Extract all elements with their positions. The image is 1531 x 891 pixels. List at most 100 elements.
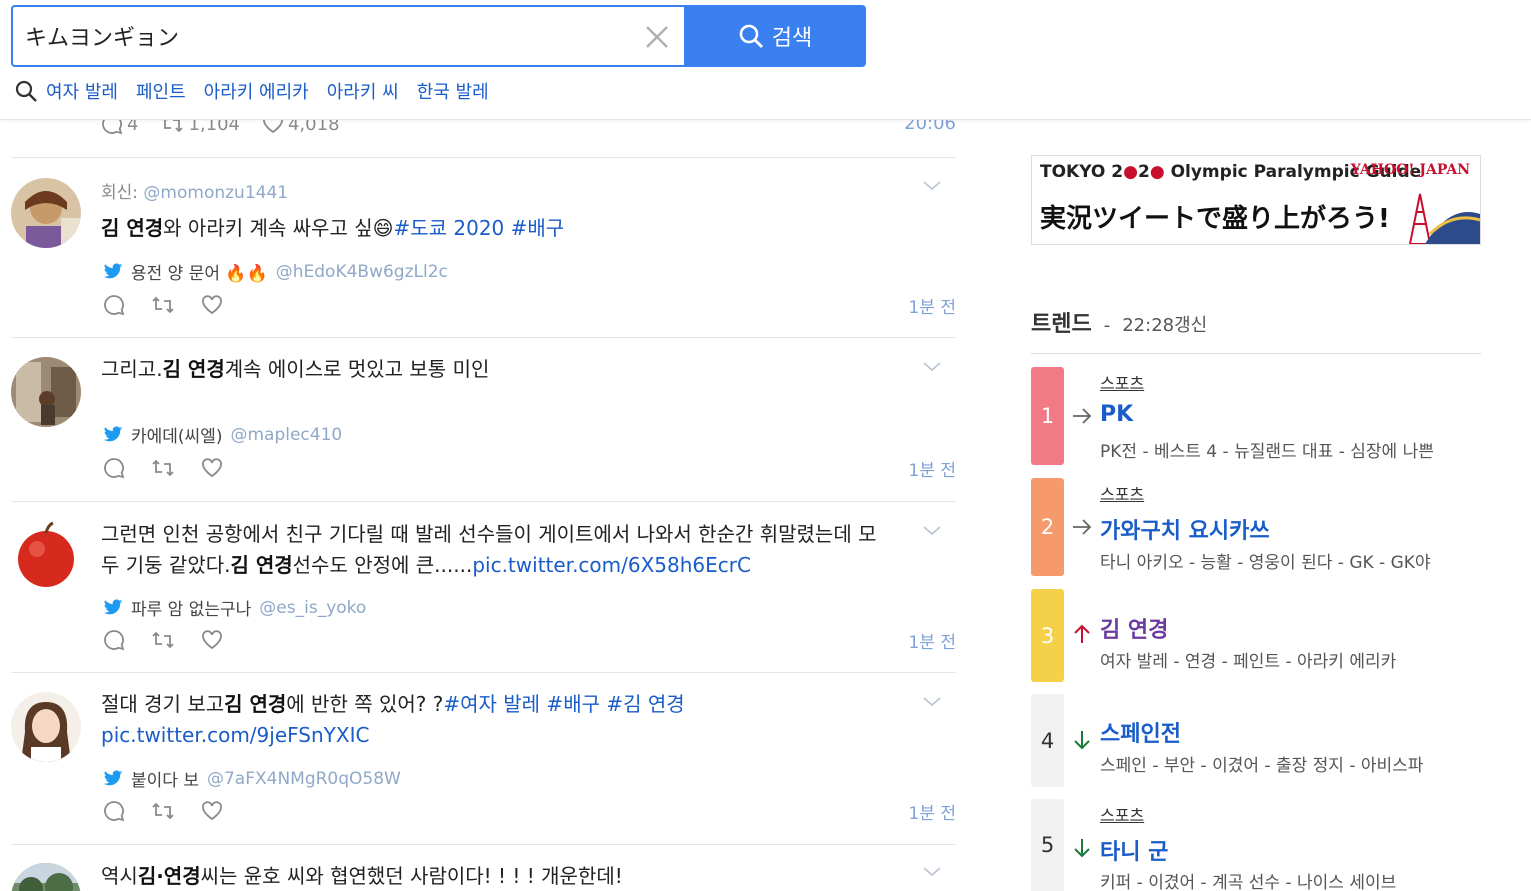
chevron-down-icon[interactable] <box>922 695 942 709</box>
related-search-link[interactable]: 여자 발레 <box>46 78 118 104</box>
tweet-card[interactable]: 회신: @momonzu1441 김 연경와 아라키 계속 싸우고 싶😄#도쿄 … <box>11 159 956 338</box>
trend-rank-badge: 2 <box>1031 478 1064 576</box>
arrow-down-icon <box>1074 839 1090 858</box>
trend-category[interactable]: 스포츠 <box>1100 802 1144 826</box>
twitter-bird-icon <box>103 426 123 442</box>
trend-item[interactable]: 1 스포츠 PK PK전 - 베스트 4 - 뉴질랜드 대표 - 심장에 나쁜 <box>1031 367 1481 467</box>
avatar[interactable] <box>11 692 81 762</box>
tweet-author[interactable]: 카에데(씨엘) @maplec410 <box>103 422 342 447</box>
trends-title: 트렌드 <box>1031 312 1092 337</box>
related-search-link[interactable]: 아라키 씨 <box>327 78 399 104</box>
tweet-time[interactable]: 1분 전 <box>909 456 957 481</box>
chevron-down-icon[interactable] <box>922 865 942 879</box>
trend-related[interactable]: PK전 - 베스트 4 - 뉴질랜드 대표 - 심장에 나쁜 <box>1100 437 1434 462</box>
trend-category[interactable]: 스포츠 <box>1100 481 1144 505</box>
avatar[interactable] <box>11 178 81 248</box>
stadium-illustration <box>1408 193 1480 244</box>
like-icon[interactable] <box>201 629 223 651</box>
hashtag-link[interactable]: #도쿄 2020 #배구 <box>393 216 564 240</box>
search-input[interactable] <box>25 19 625 53</box>
chevron-down-icon[interactable] <box>922 360 942 374</box>
trend-keyword[interactable]: 김 연경 <box>1100 612 1168 644</box>
tweet-author[interactable]: 파루 암 없는구나 @es_is_yoko <box>103 595 366 620</box>
trend-related[interactable]: 타니 아키오 - 능활 - 영웅이 된다 - GK - GK야 <box>1100 548 1431 573</box>
author-handle[interactable]: @hEdoK4Bw6gzLl2c <box>276 262 448 282</box>
tweet-author[interactable]: 용전 양 문어 🔥🔥 @hEdoK4Bw6gzLl2c <box>103 259 448 284</box>
yahoo-logo: YAHOO! JAPAN <box>1350 162 1470 178</box>
search-box <box>11 5 685 67</box>
trend-keyword[interactable]: 스페인전 <box>1100 716 1181 748</box>
retweet-icon[interactable] <box>151 294 175 316</box>
like-icon[interactable] <box>201 457 223 479</box>
tweet-card[interactable]: 역시김·연경씨는 윤호 씨와 협연했던 사람이다! ! ! ! 개운한데! <box>11 845 956 891</box>
trend-rank-badge: 4 <box>1031 694 1064 787</box>
tweet-time[interactable]: 1분 전 <box>909 628 957 653</box>
related-search-link[interactable]: 페인트 <box>136 78 186 104</box>
author-handle[interactable]: @7aFX4NMgR0qO58W <box>207 769 401 789</box>
related-searches: 여자 발레 페인트 아라키 에리카 아라키 씨 한국 발레 <box>14 76 507 106</box>
media-link[interactable]: pic.twitter.com/9jeFSnYXIC <box>101 723 369 747</box>
reply-to: 회신: @momonzu1441 <box>101 183 289 203</box>
close-icon[interactable] <box>643 23 671 51</box>
search-icon <box>15 80 37 102</box>
retweet-icon[interactable] <box>151 800 175 822</box>
author-name: 파루 암 없는구나 <box>131 600 252 620</box>
reply-icon[interactable] <box>103 457 125 479</box>
avatar[interactable] <box>11 357 81 427</box>
trend-item[interactable]: 3 김 연경 여자 발레 - 연경 - 페인트 - 아라키 에리카 <box>1031 589 1481 683</box>
trend-category[interactable]: 스포츠 <box>1100 370 1144 394</box>
tweet-author[interactable]: 붙이다 보 @7aFX4NMgR0qO58W <box>103 766 401 791</box>
tweet-text: 김 연경와 아라키 계속 싸우고 싶😄#도쿄 2020 #배구 <box>101 216 565 240</box>
retweet-icon[interactable] <box>151 457 175 479</box>
trend-keyword[interactable]: 타니 군 <box>1100 834 1168 866</box>
tweet-text: 그런면 인천 공항에서 친구 기다릴 때 발레 선수들이 게이트에서 나와서 한… <box>101 522 877 577</box>
avatar[interactable] <box>11 863 81 891</box>
trend-related[interactable]: 키퍼 - 이겼어 - 계곡 선수 - 나이스 세이브 <box>1100 868 1396 891</box>
hashtag-link[interactable]: #여자 발레 #배구 #김 연경 <box>443 692 684 716</box>
related-search-link[interactable]: 아라키 에리카 <box>204 78 309 104</box>
trend-rank-badge: 1 <box>1031 367 1064 465</box>
arrow-down-icon <box>1074 731 1090 750</box>
tweet-card[interactable]: 절대 경기 보고김 연경에 반한 쪽 있어? ?#여자 발레 #배구 #김 연경… <box>11 673 956 845</box>
trend-item[interactable]: 2 스포츠 가와구치 요시카쓰 타니 아키오 - 능활 - 영웅이 된다 - G… <box>1031 478 1481 578</box>
tweet-time[interactable]: 1분 전 <box>909 799 957 824</box>
media-link[interactable]: pic.twitter.com/6X58h6EcrC <box>472 553 751 577</box>
author-handle[interactable]: @maplec410 <box>230 425 342 445</box>
search-icon <box>739 24 763 48</box>
search-button[interactable]: 검색 <box>684 5 866 67</box>
author-name: 카에데(씨엘) <box>131 427 223 447</box>
reply-icon[interactable] <box>103 294 125 316</box>
arrow-right-icon <box>1073 519 1092 535</box>
arrow-right-icon <box>1073 408 1092 424</box>
banner-tagline: 実況ツイートで盛り上がろう! <box>1040 204 1390 234</box>
tweet-card[interactable]: 그리고.김 연경계속 에이스로 멋있고 보통 미인 카에데(씨엘) @maple… <box>11 338 956 502</box>
avatar[interactable] <box>11 521 81 591</box>
tweet-actions <box>103 457 223 479</box>
tweet-actions <box>103 294 223 316</box>
reply-icon[interactable] <box>103 629 125 651</box>
tweet-time[interactable]: 1분 전 <box>909 293 957 318</box>
trend-related[interactable]: 여자 발레 - 연경 - 페인트 - 아라키 에리카 <box>1100 647 1396 672</box>
twitter-bird-icon <box>103 263 123 279</box>
reply-handle-link[interactable]: @momonzu1441 <box>143 183 288 203</box>
tweet-text: 절대 경기 보고김 연경에 반한 쪽 있어? ?#여자 발레 #배구 #김 연경… <box>101 692 685 747</box>
trend-rank-badge: 5 <box>1031 799 1064 891</box>
olympic-guide-banner[interactable]: TOKYO 2●2● Olympic Paralympic Guide 実況ツイ… <box>1031 155 1481 245</box>
trend-keyword[interactable]: PK <box>1100 402 1133 427</box>
trend-related[interactable]: 스페인 - 부안 - 이겼어 - 출장 정지 - 아비스파 <box>1100 751 1423 776</box>
reply-icon[interactable] <box>103 800 125 822</box>
trend-keyword[interactable]: 가와구치 요시카쓰 <box>1100 513 1270 545</box>
author-name: 용전 양 문어 🔥🔥 <box>131 264 268 284</box>
tweet-card[interactable]: 그런면 인천 공항에서 친구 기다릴 때 발레 선수들이 게이트에서 나와서 한… <box>11 502 956 673</box>
author-handle[interactable]: @es_is_yoko <box>259 598 366 618</box>
retweet-icon[interactable] <box>151 629 175 651</box>
like-icon[interactable] <box>201 800 223 822</box>
chevron-down-icon[interactable] <box>922 179 942 193</box>
like-icon[interactable] <box>201 294 223 316</box>
trend-item[interactable]: 5 스포츠 타니 군 키퍼 - 이겼어 - 계곡 선수 - 나이스 세이브 <box>1031 799 1481 891</box>
trend-item[interactable]: 4 스페인전 스페인 - 부안 - 이겼어 - 출장 정지 - 아비스파 <box>1031 694 1481 788</box>
related-search-link[interactable]: 한국 발레 <box>417 78 489 104</box>
trends-separator: - <box>1103 315 1111 336</box>
chevron-down-icon[interactable] <box>922 524 942 538</box>
author-name: 붙이다 보 <box>131 771 199 791</box>
